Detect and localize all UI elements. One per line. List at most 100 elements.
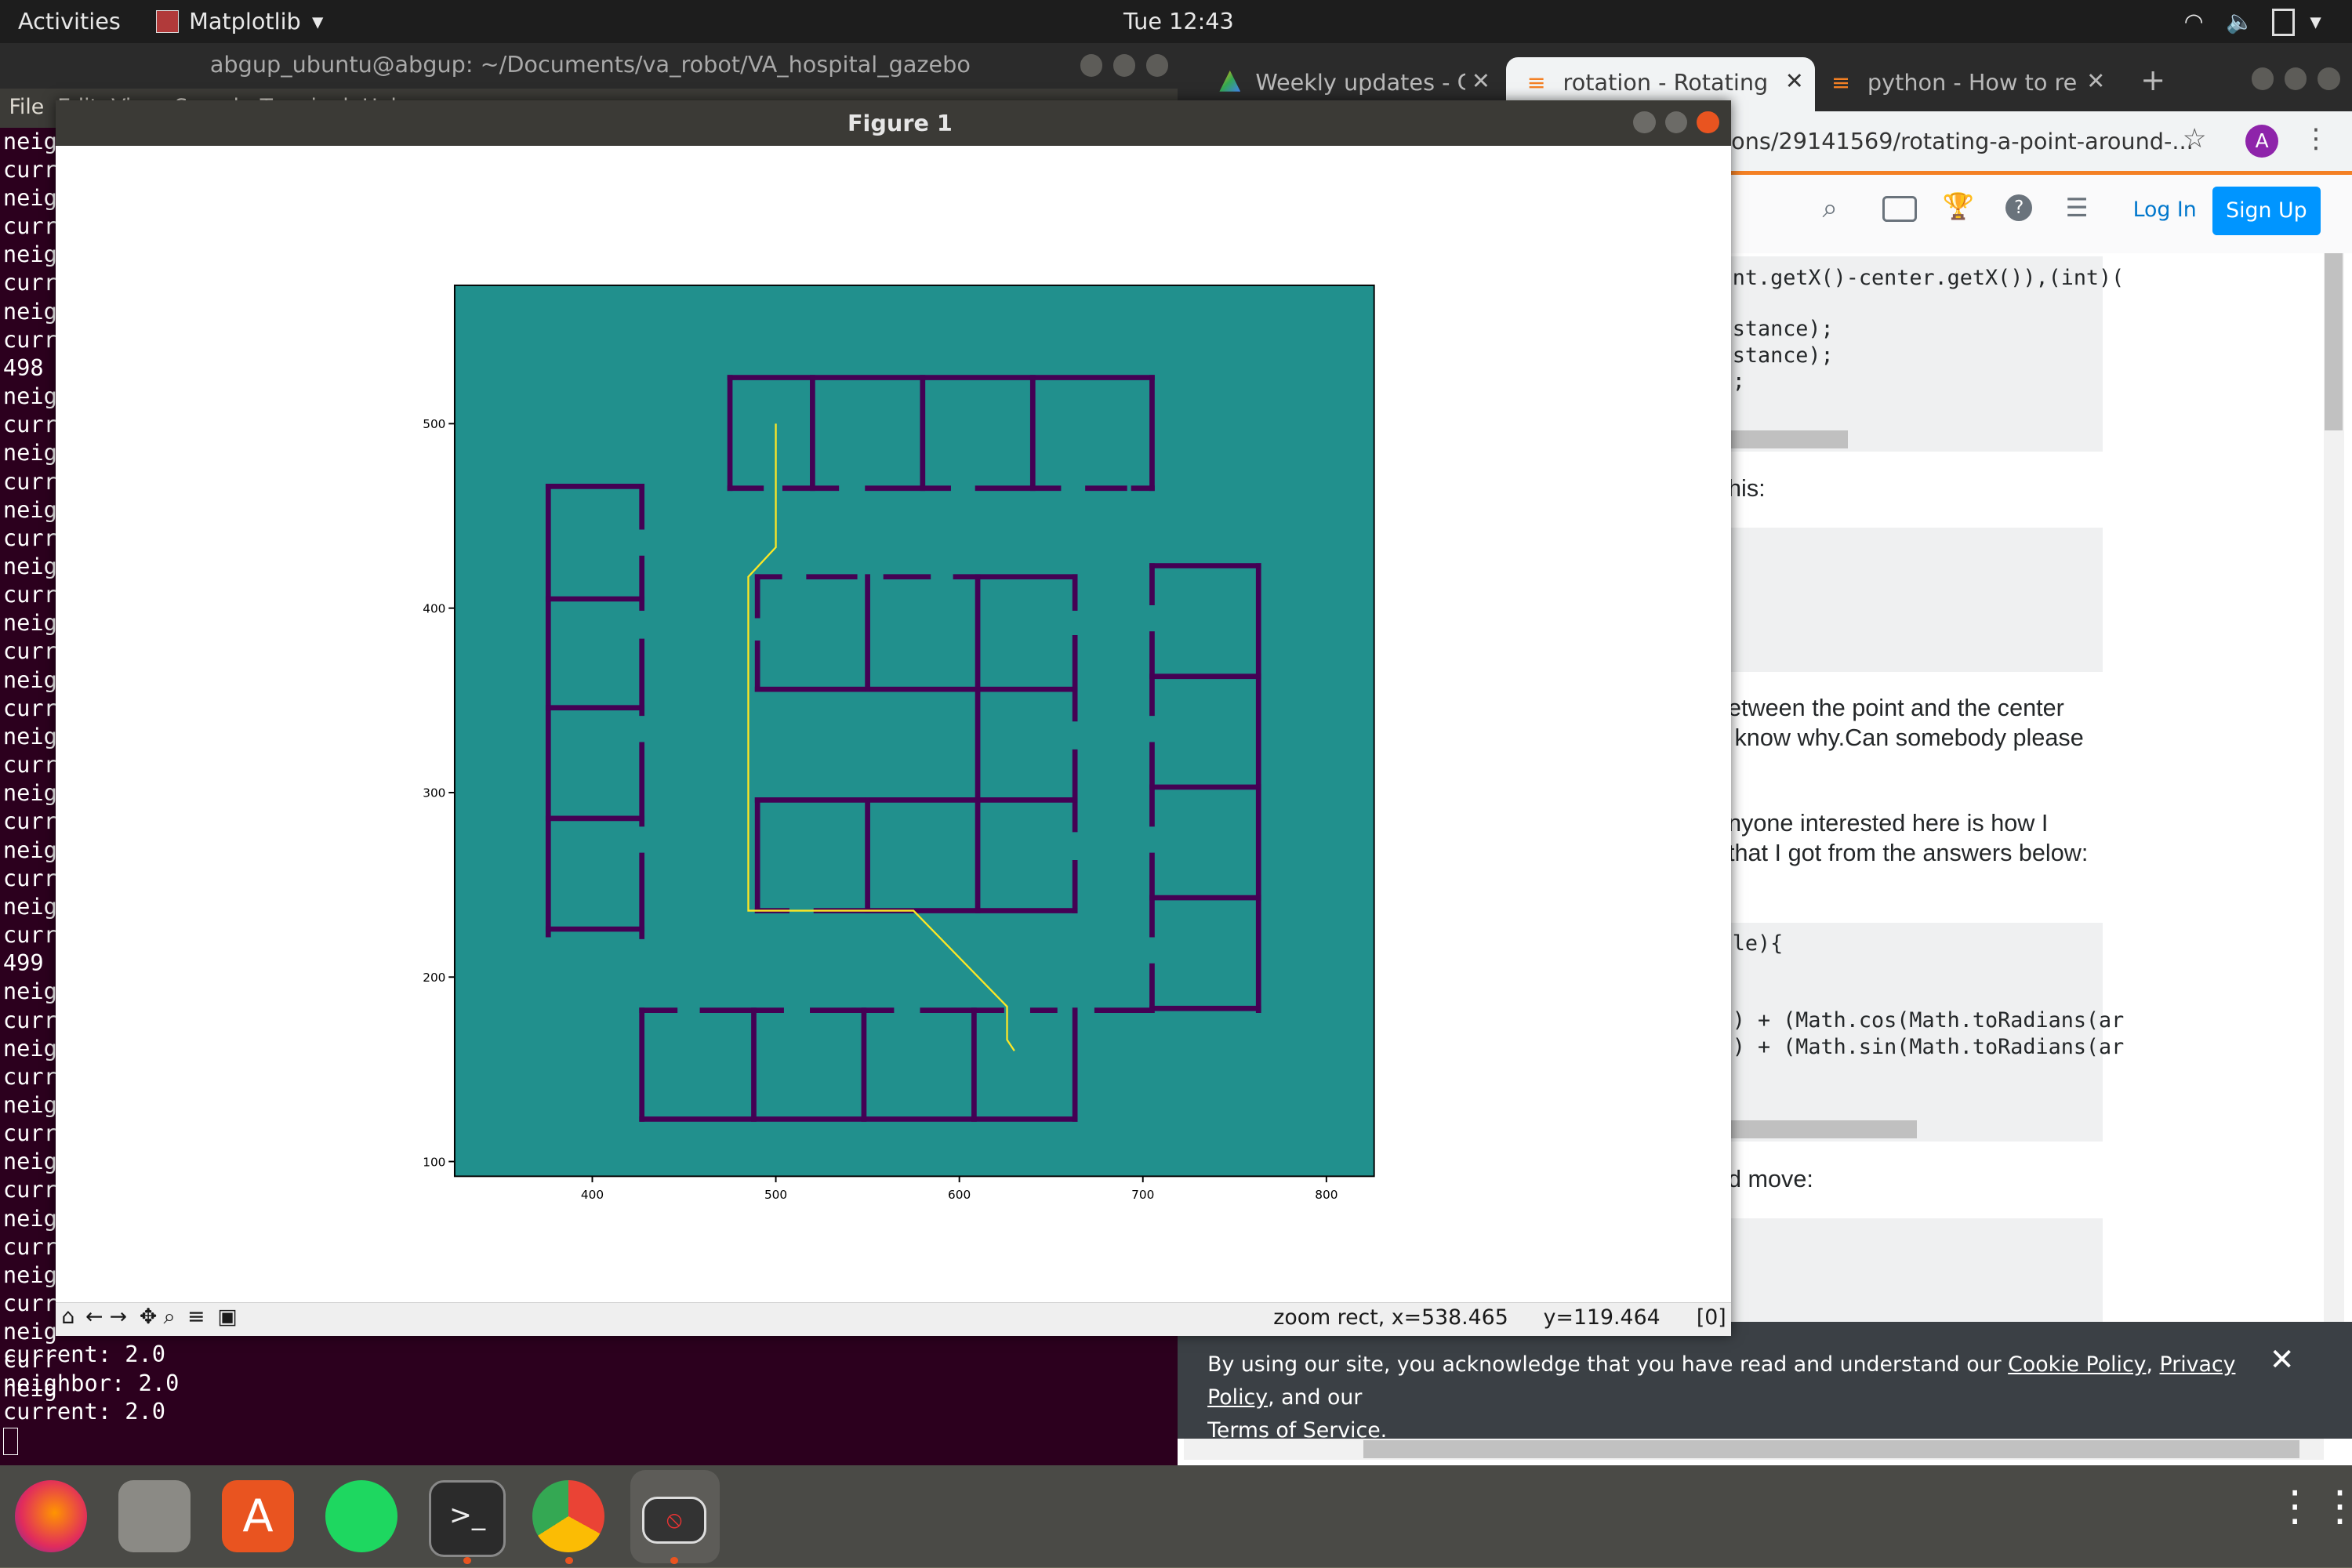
trophy-icon[interactable]: 🏆 [1943,191,1975,221]
back-icon[interactable]: ← [85,1305,103,1329]
cookie-prefix: By using our site, you acknowledge that … [1207,1352,2009,1377]
configure-subplots-icon[interactable]: ≡ [187,1305,205,1329]
output-line: neig [2,666,56,693]
scrollbar-thumb[interactable] [1363,1439,2299,1458]
running-indicator [463,1556,471,1565]
home-icon[interactable]: ⌂ [61,1305,74,1329]
close-icon[interactable]: ✕ [2270,1342,2295,1377]
signup-button[interactable]: Sign Up [2212,187,2321,235]
output-line: curr [2,1290,56,1317]
output-line: 499 [2,949,44,977]
figure-window: Figure 1 400 500 600 700 800 100 200 300 400 500 … [55,100,1731,1336]
close-button[interactable] [2317,67,2340,90]
scrollbar-thumb[interactable] [2325,253,2343,431]
save-icon[interactable]: ▣ [217,1305,237,1329]
question-text: nyone interested here is how I [1728,810,2049,837]
output-line: curr [2,269,56,296]
minimize-button[interactable] [2251,67,2274,90]
volume-icon[interactable]: 🔈 [2226,8,2254,35]
output-line: neig [2,836,56,863]
horizontal-scrollbar[interactable] [1183,1438,2324,1460]
plot-area [453,284,1375,1177]
top-bar: Activities Matplotlib ▾ Tue 12:43 ◠ 🔈 ▾ [0,0,2352,44]
chevron-down-icon[interactable]: ▾ [2310,8,2321,34]
terminal-titlebar: abgup_ubuntu@abgup: ~/Documents/va_robot… [0,43,1178,89]
cookie-policy-link[interactable]: Cookie Policy [2008,1352,2146,1377]
tab-python[interactable]: ≡ python - How to re ✕ [1820,57,2114,111]
close-icon[interactable]: ✕ [1785,67,1804,94]
url-text[interactable]: ions/29141569/rotating-a-point-around-..… [1725,128,2194,154]
app-menu[interactable]: Matplotlib [189,8,301,34]
output-line: neig [2,439,56,466]
activities-button[interactable]: Activities [18,8,121,34]
horizontal-scrollbar[interactable] [1728,430,1849,449]
y-tick-label: 100 [423,1155,445,1169]
site-switcher-icon[interactable]: ☰ [2065,193,2088,223]
answer-text: d move: [1728,1165,1813,1192]
figure-titlebar: Figure 1 [55,100,1731,146]
files-icon[interactable] [118,1480,191,1553]
maximize-button[interactable] [1664,111,1688,134]
help-icon[interactable]: ? [2005,194,2033,222]
output-line: curr [2,212,56,240]
software-center-icon[interactable]: A [222,1480,294,1553]
question-text: etween the point and the center [1728,694,2064,721]
close-button[interactable] [1696,111,1719,134]
output-line: curr [2,751,56,779]
login-button[interactable]: Log In [2133,198,2197,222]
minimize-button[interactable] [1080,53,1103,77]
inbox-icon[interactable] [1882,195,1918,222]
clock[interactable]: Tue 12:43 [1123,8,1234,34]
answer-text: his: [1728,475,1766,503]
output-line: neig [2,1204,56,1232]
output-line: neig [2,1148,56,1175]
x-tick-label: 400 [581,1188,604,1202]
output-line: curr [2,1062,56,1090]
code-block: le){ ) + (Math.cos(Math.toRadians(ar ) +… [1728,922,2124,1142]
output-line: curr [2,1006,56,1033]
app-grid-icon[interactable]: ⋮⋮⋮ [2274,1484,2352,1547]
zoom-icon[interactable]: ⌕ [164,1305,176,1330]
close-icon[interactable]: ✕ [1472,67,1490,94]
status-coordinates: zoom rect, x=538.465 [1273,1305,1508,1330]
maximize-button[interactable] [1112,53,1136,77]
vertical-scrollbar[interactable] [2323,253,2345,1439]
maximize-button[interactable] [2284,67,2307,90]
output-line: curr [2,1120,56,1147]
terminal-icon[interactable]: >_ [429,1480,506,1558]
cookie-banner: By using our site, you acknowledge that … [1177,1321,2352,1443]
stackoverflow-icon: ≡ [1831,68,1851,96]
close-button[interactable] [1145,53,1169,77]
output-line: neig [2,779,56,807]
more-menu-icon[interactable]: ⋮ [2303,123,2329,154]
wifi-icon[interactable]: ◠ [2184,8,2204,34]
code-line: ) + (Math.sin(Math.toRadians(ar [1732,1035,2125,1060]
close-icon[interactable]: ✕ [2086,67,2105,94]
plot-canvas[interactable]: 400 500 600 700 800 100 200 300 400 500 [56,146,1731,1301]
output-line: neig [2,495,56,523]
forward-icon[interactable]: → [110,1305,127,1329]
horizontal-scrollbar[interactable] [1728,1120,1918,1139]
spotify-icon[interactable] [325,1480,397,1553]
output-line: neig [2,383,56,410]
search-icon[interactable]: ⌕ [1823,193,1838,224]
chrome-icon[interactable] [532,1480,604,1553]
output-line: neig [2,1091,56,1119]
question-text: know why.Can somebody please [1728,724,2084,752]
chevron-down-icon[interactable]: ▾ [312,8,323,34]
pan-icon[interactable]: ✥ [140,1305,157,1329]
battery-icon[interactable] [2272,9,2296,37]
output-line: curr [2,155,56,183]
minimize-button[interactable] [1633,111,1657,134]
star-icon[interactable]: ☆ [2183,123,2207,154]
output-line: neighbor: 2.0 [2,1369,180,1396]
avatar[interactable]: A [2245,124,2279,158]
no-entry-icon: ⦸ [641,1497,707,1544]
output-line: neig [2,978,56,1005]
tab-label: Weekly updates - G [1255,68,1466,96]
output-line: curr [2,467,56,495]
firefox-icon[interactable] [15,1480,87,1553]
terminal-bottom-output: current: 2.0 neighbor: 2.0 current: 2.0 [0,1341,1178,1461]
new-tab-button[interactable]: + [2140,63,2165,98]
code-block: nt.getX()-center.getX()),(int)( stance);… [1728,256,2124,452]
